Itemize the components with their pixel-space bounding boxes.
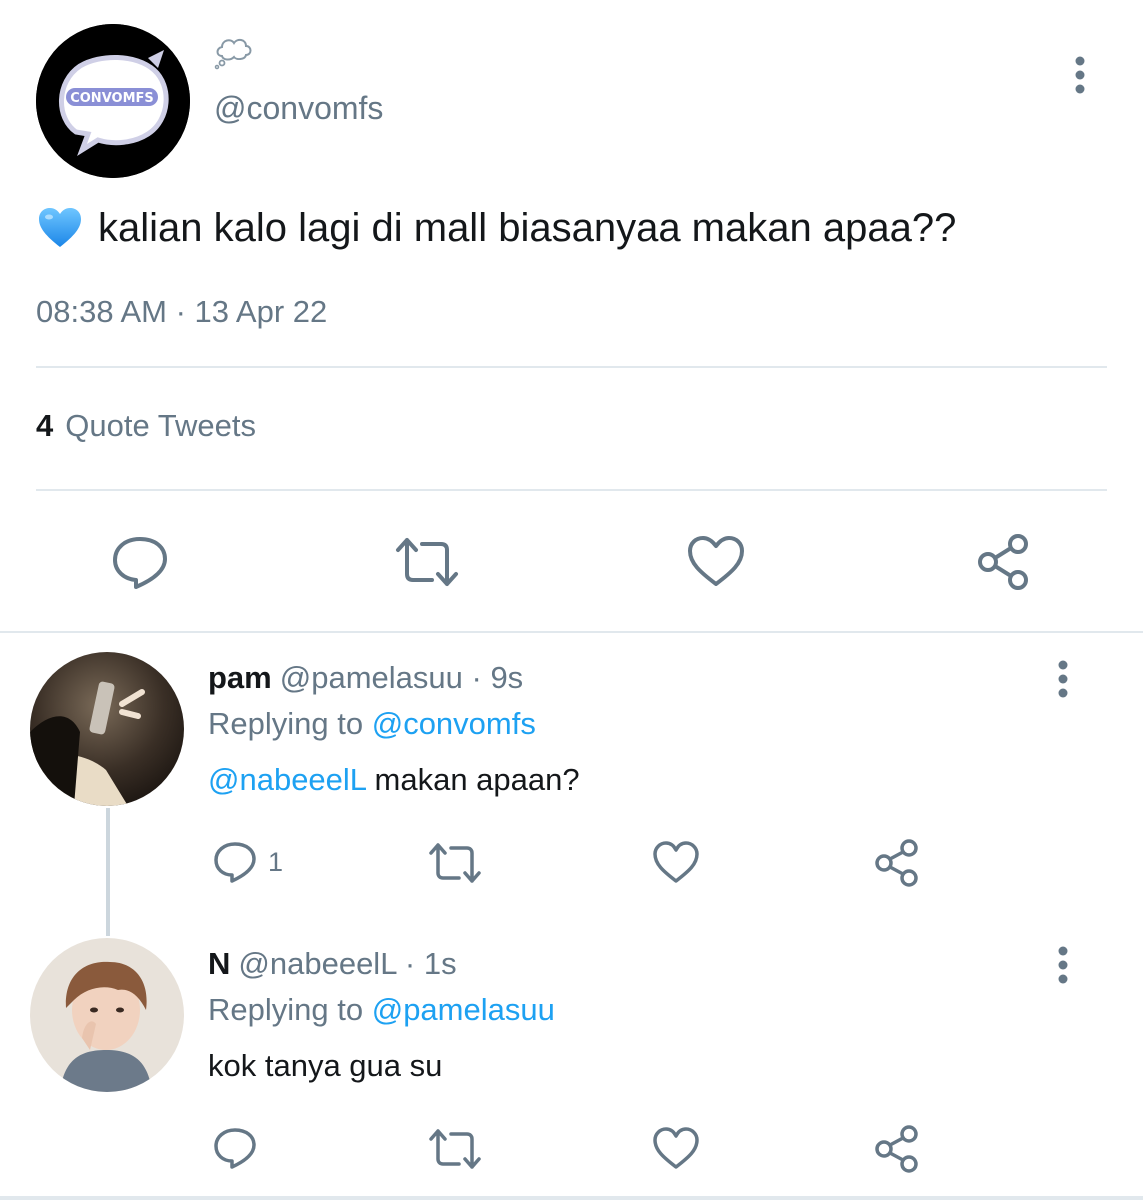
retweet-icon[interactable] <box>428 842 482 884</box>
reply-text: @nabeeelL makan apaan? <box>208 762 580 798</box>
avatar-logo-text: CONVOMFS <box>70 91 154 106</box>
reply-author-handle[interactable]: @nabeeelL <box>238 946 396 981</box>
share-icon[interactable] <box>974 532 1034 592</box>
tweet-time: 08:38 AM <box>36 294 167 329</box>
thread-connector <box>106 808 110 936</box>
divider <box>0 631 1143 633</box>
reply-icon[interactable] <box>212 1126 258 1170</box>
speech-bubble-logo-icon: CONVOMFS <box>36 24 190 178</box>
divider <box>36 366 1107 368</box>
quote-label: Quote Tweets <box>65 408 256 443</box>
tweet-date: 13 Apr 22 <box>194 294 328 329</box>
more-vertical-icon[interactable] <box>1048 660 1078 705</box>
tweet-text: kalian kalo lagi di mall biasanyaa makan… <box>36 202 956 254</box>
main-handle[interactable]: @convomfs <box>214 90 383 127</box>
tweet-timestamp[interactable]: 08:38 AM · 13 Apr 22 <box>36 294 327 330</box>
quote-count: 4 <box>36 408 54 443</box>
replying-to-link[interactable]: @convomfs <box>372 706 536 741</box>
reply-header: pam @pamelasuu · 9s <box>208 660 523 696</box>
reply-text: kok tanya gua su <box>208 1048 442 1084</box>
like-icon[interactable] <box>652 840 700 884</box>
replying-to-line: Replying to @convomfs <box>208 706 536 742</box>
reply-age: 1s <box>423 946 457 981</box>
like-icon[interactable] <box>686 534 746 588</box>
retweet-icon[interactable] <box>428 1128 482 1170</box>
reply-author-name[interactable]: N <box>208 946 230 981</box>
like-icon[interactable] <box>652 1126 700 1170</box>
reply-icon[interactable] <box>110 534 170 590</box>
reply-body: kok tanya gua su <box>208 1048 443 1083</box>
reply-body: makan apaan? <box>365 762 580 797</box>
reply-header: N @nabeeelL · 1s <box>208 946 457 982</box>
reply-age: 9s <box>490 660 524 695</box>
retweet-icon[interactable] <box>394 536 460 588</box>
replying-to-line: Replying to @pamelasuu <box>208 992 555 1028</box>
divider <box>0 1196 1143 1200</box>
reply-icon <box>214 842 256 883</box>
reply-count: 1 <box>268 846 284 877</box>
share-icon[interactable] <box>872 838 922 888</box>
replying-to-label: Replying to <box>208 992 364 1027</box>
thought-bubble-icon <box>214 36 254 70</box>
reply-button[interactable]: 1 <box>212 840 283 884</box>
reply-author-handle[interactable]: @pamelasuu <box>280 660 463 695</box>
reply-author-name[interactable]: pam <box>208 660 272 695</box>
timestamp-separator: · <box>166 294 195 329</box>
more-vertical-icon[interactable] <box>1048 946 1078 991</box>
divider <box>36 489 1107 491</box>
replying-to-label: Replying to <box>208 706 364 741</box>
quote-tweets-link[interactable]: 4 Quote Tweets <box>36 408 256 444</box>
n-avatar[interactable] <box>30 938 184 1092</box>
share-icon[interactable] <box>872 1124 922 1174</box>
mention-link[interactable]: @nabeeelL <box>208 762 366 797</box>
blue-heart-emoji <box>36 204 84 252</box>
reply-dot: · <box>462 660 491 695</box>
tweet-body: kalian kalo lagi di mall biasanyaa makan… <box>98 206 957 250</box>
replying-to-link[interactable]: @pamelasuu <box>372 992 555 1027</box>
convomfs-avatar[interactable]: CONVOMFS <box>36 24 190 178</box>
more-vertical-icon[interactable] <box>1064 56 1096 101</box>
reply-dot: · <box>396 946 424 981</box>
pam-avatar[interactable] <box>30 652 184 806</box>
